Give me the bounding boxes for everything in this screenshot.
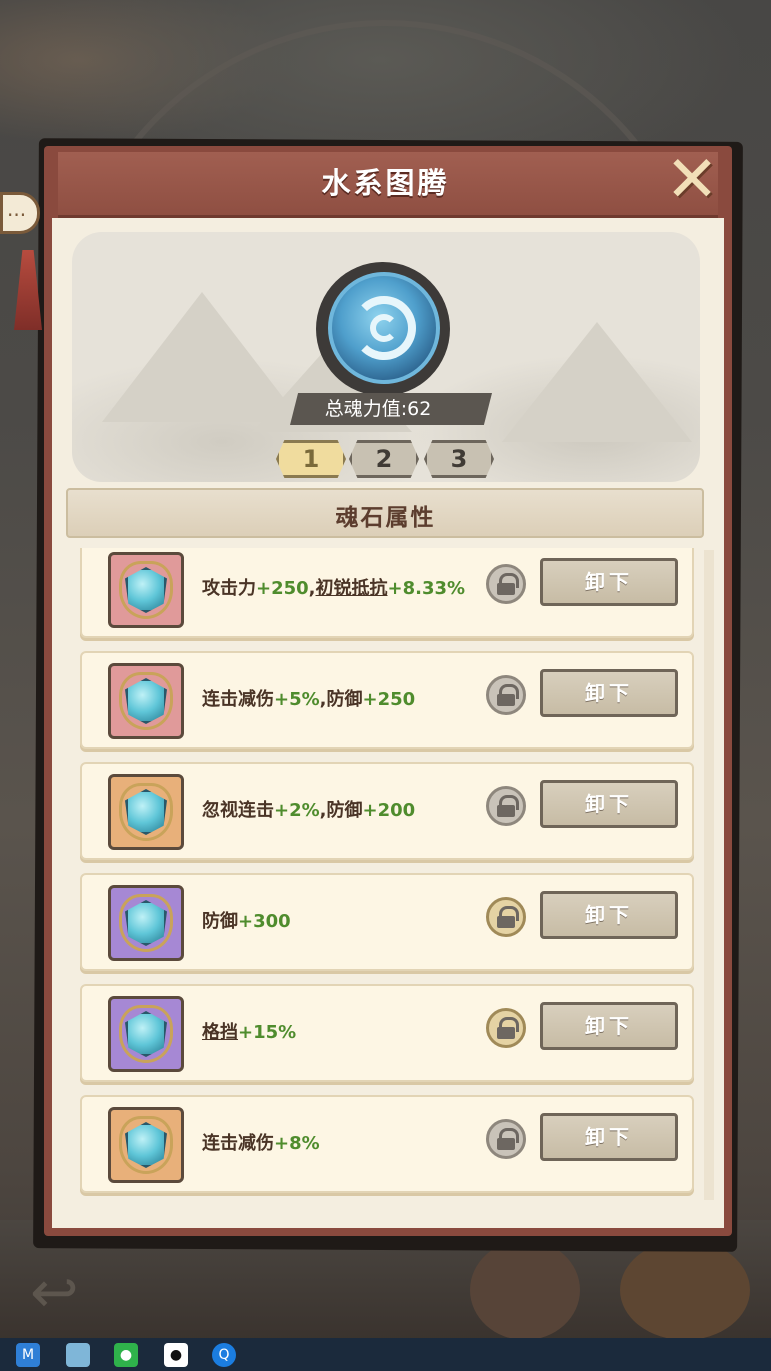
water-swirl-icon: [370, 314, 398, 342]
total-soul-power: 总魂力值:62: [324, 398, 432, 420]
soulstone-slot[interactable]: [108, 885, 184, 961]
attr-name: 防御: [202, 911, 238, 932]
unequip-button[interactable]: 卸下: [540, 891, 678, 939]
attr-name: 连击减伤: [202, 689, 274, 710]
app-m-icon[interactable]: M: [16, 1343, 40, 1367]
mountain-decoration: [502, 322, 692, 442]
unequip-button[interactable]: 卸下: [540, 1113, 678, 1161]
soulstone-attributes: 连击减伤+5%,防御+250: [202, 653, 415, 747]
soulstone-list[interactable]: 攻击力+250,初锐抵抗+8.33% 卸下 连击减伤+5%,防御+250 卸下 忽视连击…: [72, 548, 714, 1206]
mountain-decoration: [102, 292, 302, 422]
soulstone-row: 忽视连击+2%,防御+200 卸下: [80, 762, 694, 860]
attr-value: +300: [238, 911, 291, 932]
soulstone-row: 防御+300 卸下: [80, 873, 694, 971]
section-title: 魂石属性: [335, 505, 436, 531]
attr-name: 连击减伤: [202, 1133, 274, 1154]
close-button[interactable]: ✕: [660, 148, 724, 214]
soulstone-row: 格挡+15% 卸下: [80, 984, 694, 1082]
lock-icon[interactable]: [486, 1008, 526, 1048]
soulstone-slot[interactable]: [108, 663, 184, 739]
attr-name: 忽视连击: [202, 800, 274, 821]
chat-bubble-icon[interactable]: [0, 192, 40, 234]
unequip-button[interactable]: 卸下: [540, 1002, 678, 1050]
wechat-icon[interactable]: ●: [114, 1343, 138, 1367]
lock-icon[interactable]: [486, 786, 526, 826]
soulstone-slot[interactable]: [108, 552, 184, 628]
attr-value: +200: [362, 800, 416, 821]
page-tab-1[interactable]: 1: [276, 440, 346, 478]
lock-icon[interactable]: [486, 897, 526, 937]
unequip-button[interactable]: 卸下: [540, 669, 678, 717]
soulstone-attributes: 连击减伤+8%: [202, 1097, 320, 1191]
soulstone-slot[interactable]: [108, 1107, 184, 1183]
panel-title: 水系图腾: [321, 166, 450, 200]
attr-name: ,防御: [319, 689, 363, 710]
soulstone-row: 连击减伤+8% 卸下: [80, 1095, 694, 1193]
soulstone-attributes: 格挡+15%: [202, 986, 296, 1080]
attr-name: 攻击力: [202, 578, 256, 599]
lock-icon[interactable]: [486, 1119, 526, 1159]
soulstone-attributes: 忽视连击+2%,防御+200: [202, 764, 415, 858]
qq-icon[interactable]: ●: [164, 1343, 188, 1367]
attr-value: +250: [256, 578, 309, 599]
attr-value: +8%: [274, 1133, 320, 1154]
taskbar: M ● ● Q: [0, 1338, 771, 1371]
attr-value: +2%: [274, 800, 320, 821]
tablet-icon[interactable]: [66, 1343, 90, 1367]
background-character: [620, 1240, 750, 1340]
lock-icon[interactable]: [486, 564, 526, 604]
soulstone-row: 攻击力+250,初锐抵抗+8.33% 卸下: [80, 548, 694, 638]
background-character: [470, 1240, 580, 1340]
browser-icon[interactable]: Q: [212, 1343, 236, 1367]
soulstone-attributes: 攻击力+250,初锐抵抗+8.33%: [202, 548, 465, 636]
attr-value: +250: [362, 689, 416, 710]
attr-name[interactable]: 格挡: [202, 1022, 238, 1043]
attr-value: +15%: [238, 1022, 297, 1043]
page-tab-2[interactable]: 2: [349, 440, 419, 478]
lock-icon[interactable]: [486, 675, 526, 715]
back-arrow-icon[interactable]: ↩: [30, 1262, 110, 1322]
soulstone-slot[interactable]: [108, 774, 184, 850]
attr-name: ,防御: [319, 800, 363, 821]
soulstone-row: 连击减伤+5%,防御+250 卸下: [80, 651, 694, 749]
unequip-button[interactable]: 卸下: [540, 558, 678, 606]
attr-value: +8.33%: [387, 578, 466, 599]
soulstone-attributes: 防御+300: [202, 875, 291, 969]
soulstone-slot[interactable]: [108, 996, 184, 1072]
attr-value: +5%: [274, 689, 320, 710]
attr-name[interactable]: 初锐抵抗: [316, 578, 388, 599]
attr-name: ,: [308, 578, 316, 599]
unequip-button[interactable]: 卸下: [540, 780, 678, 828]
page-tab-3[interactable]: 3: [424, 440, 494, 478]
